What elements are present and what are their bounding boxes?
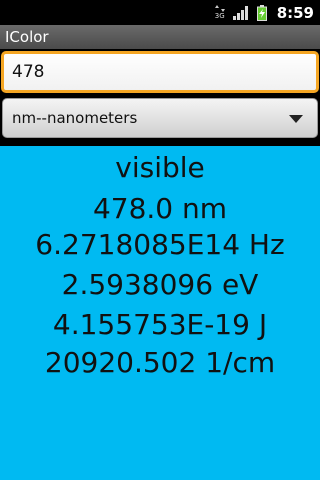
- status-bar: 3G 8:59: [0, 0, 320, 25]
- signal-strength-icon: [232, 5, 249, 20]
- result-spectrum-region: visible: [115, 151, 205, 184]
- wavelength-input[interactable]: [1, 51, 319, 93]
- data-arrows-icon: [214, 5, 225, 12]
- network-type-icon: 3G: [214, 5, 225, 20]
- result-energy-ev: 2.5938096 eV: [61, 268, 259, 301]
- unit-dropdown-value: nm--nanometers: [12, 109, 138, 127]
- battery-charging-icon: [256, 4, 267, 21]
- unit-dropdown[interactable]: nm--nanometers: [2, 98, 318, 138]
- result-wavenumber: 20920.502 1/cm: [44, 346, 276, 379]
- status-icons: 3G 8:59: [214, 0, 320, 25]
- result-frequency: 6.2718085E14 Hz: [35, 228, 285, 261]
- network-type-label: 3G: [214, 12, 225, 20]
- clock: 8:59: [276, 3, 314, 22]
- input-container: [0, 49, 320, 95]
- spinner-container: nm--nanometers: [0, 95, 320, 144]
- app-screen: 3G 8:59 IColor 478 nm--nanometers visibl…: [0, 0, 320, 480]
- title-bar: IColor: [0, 25, 320, 50]
- app-title: IColor: [5, 28, 49, 46]
- result-wavelength: 478.0 nm: [92, 192, 228, 225]
- results-panel: visible 478.0 nm 6.2718085E14 Hz 2.59380…: [0, 146, 320, 480]
- dropdown-arrow-icon: [289, 115, 303, 123]
- result-energy-joules: 4.155753E-19 J: [52, 308, 268, 341]
